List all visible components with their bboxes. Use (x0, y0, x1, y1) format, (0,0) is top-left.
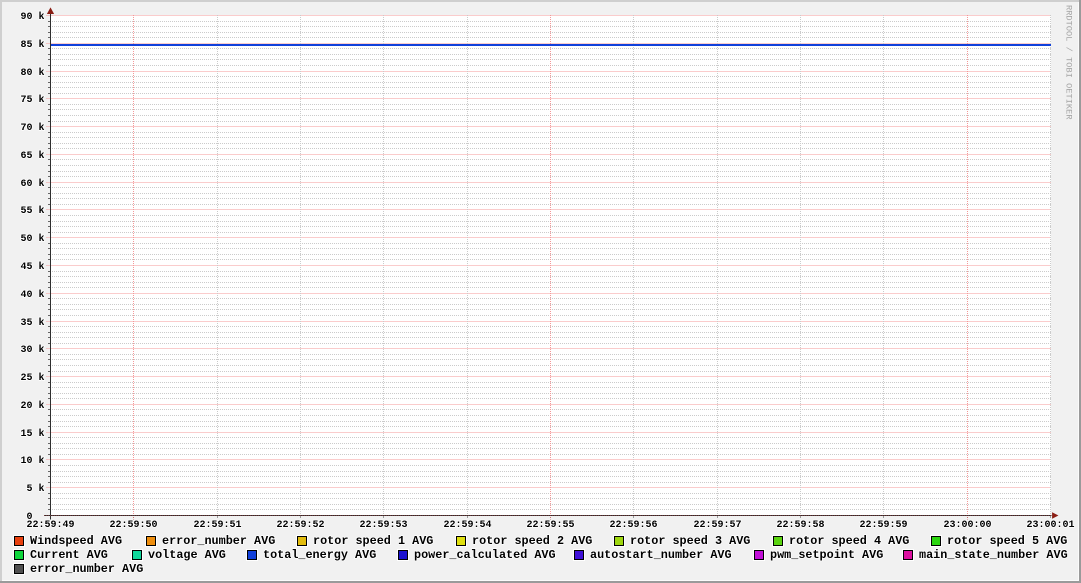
svg-text:Current AVG: Current AVG (30, 548, 108, 562)
svg-text:error_number AVG: error_number AVG (162, 534, 275, 548)
svg-text:10 k: 10 k (20, 455, 44, 467)
svg-text:45 k: 45 k (20, 261, 44, 273)
svg-text:rotor speed 3 AVG: rotor speed 3 AVG (630, 534, 750, 548)
svg-text:65 k: 65 k (20, 150, 44, 162)
svg-text:85 k: 85 k (20, 39, 44, 51)
svg-text:22:59:50: 22:59:50 (109, 520, 157, 531)
svg-text:22:59:52: 22:59:52 (276, 520, 324, 531)
svg-text:total_energy AVG: total_energy AVG (263, 548, 376, 562)
svg-text:50 k: 50 k (20, 233, 44, 245)
svg-text:22:59:54: 22:59:54 (443, 520, 491, 531)
svg-text:60 k: 60 k (20, 178, 44, 190)
svg-text:35 k: 35 k (20, 317, 44, 329)
svg-text:25 k: 25 k (20, 372, 44, 384)
svg-text:autostart_number AVG: autostart_number AVG (590, 548, 732, 562)
svg-text:22:59:58: 22:59:58 (776, 520, 824, 531)
svg-text:75 k: 75 k (20, 94, 44, 106)
svg-text:80 k: 80 k (20, 67, 44, 79)
svg-text:rotor speed 1 AVG: rotor speed 1 AVG (313, 534, 433, 548)
svg-text:23:00:01: 23:00:01 (1026, 520, 1074, 531)
svg-text:22:59:53: 22:59:53 (359, 520, 407, 531)
svg-text:5 k: 5 k (26, 483, 44, 495)
svg-text:30 k: 30 k (20, 344, 44, 356)
svg-text:22:59:51: 22:59:51 (193, 520, 241, 531)
svg-text:22:59:49: 22:59:49 (26, 520, 74, 531)
svg-text:rotor speed 4 AVG: rotor speed 4 AVG (789, 534, 909, 548)
svg-text:20 k: 20 k (20, 400, 44, 412)
svg-text:rotor speed 2 AVG: rotor speed 2 AVG (472, 534, 592, 548)
svg-text:22:59:59: 22:59:59 (859, 520, 907, 531)
svg-text:22:59:55: 22:59:55 (526, 520, 574, 531)
svg-text:22:59:56: 22:59:56 (609, 520, 657, 531)
svg-text:23:00:00: 23:00:00 (943, 520, 991, 531)
svg-text:power_calculated AVG: power_calculated AVG (414, 548, 556, 562)
svg-text:main_state_number AVG: main_state_number AVG (919, 548, 1068, 562)
svg-text:voltage AVG: voltage AVG (148, 548, 226, 562)
svg-text:40 k: 40 k (20, 289, 44, 301)
svg-text:90 k: 90 k (20, 11, 44, 23)
svg-text:15 k: 15 k (20, 428, 44, 440)
svg-text:pwm_setpoint AVG: pwm_setpoint AVG (770, 548, 883, 562)
svg-text:55 k: 55 k (20, 205, 44, 217)
svg-text:rotor speed 5 AVG: rotor speed 5 AVG (947, 534, 1067, 548)
svg-text:error_number AVG: error_number AVG (30, 562, 143, 576)
svg-text:RRDTOOL / TOBI OETIKER: RRDTOOL / TOBI OETIKER (1064, 5, 1074, 120)
svg-text:Windspeed AVG: Windspeed AVG (30, 534, 122, 548)
svg-text:22:59:57: 22:59:57 (693, 520, 741, 531)
svg-text:70 k: 70 k (20, 122, 44, 134)
